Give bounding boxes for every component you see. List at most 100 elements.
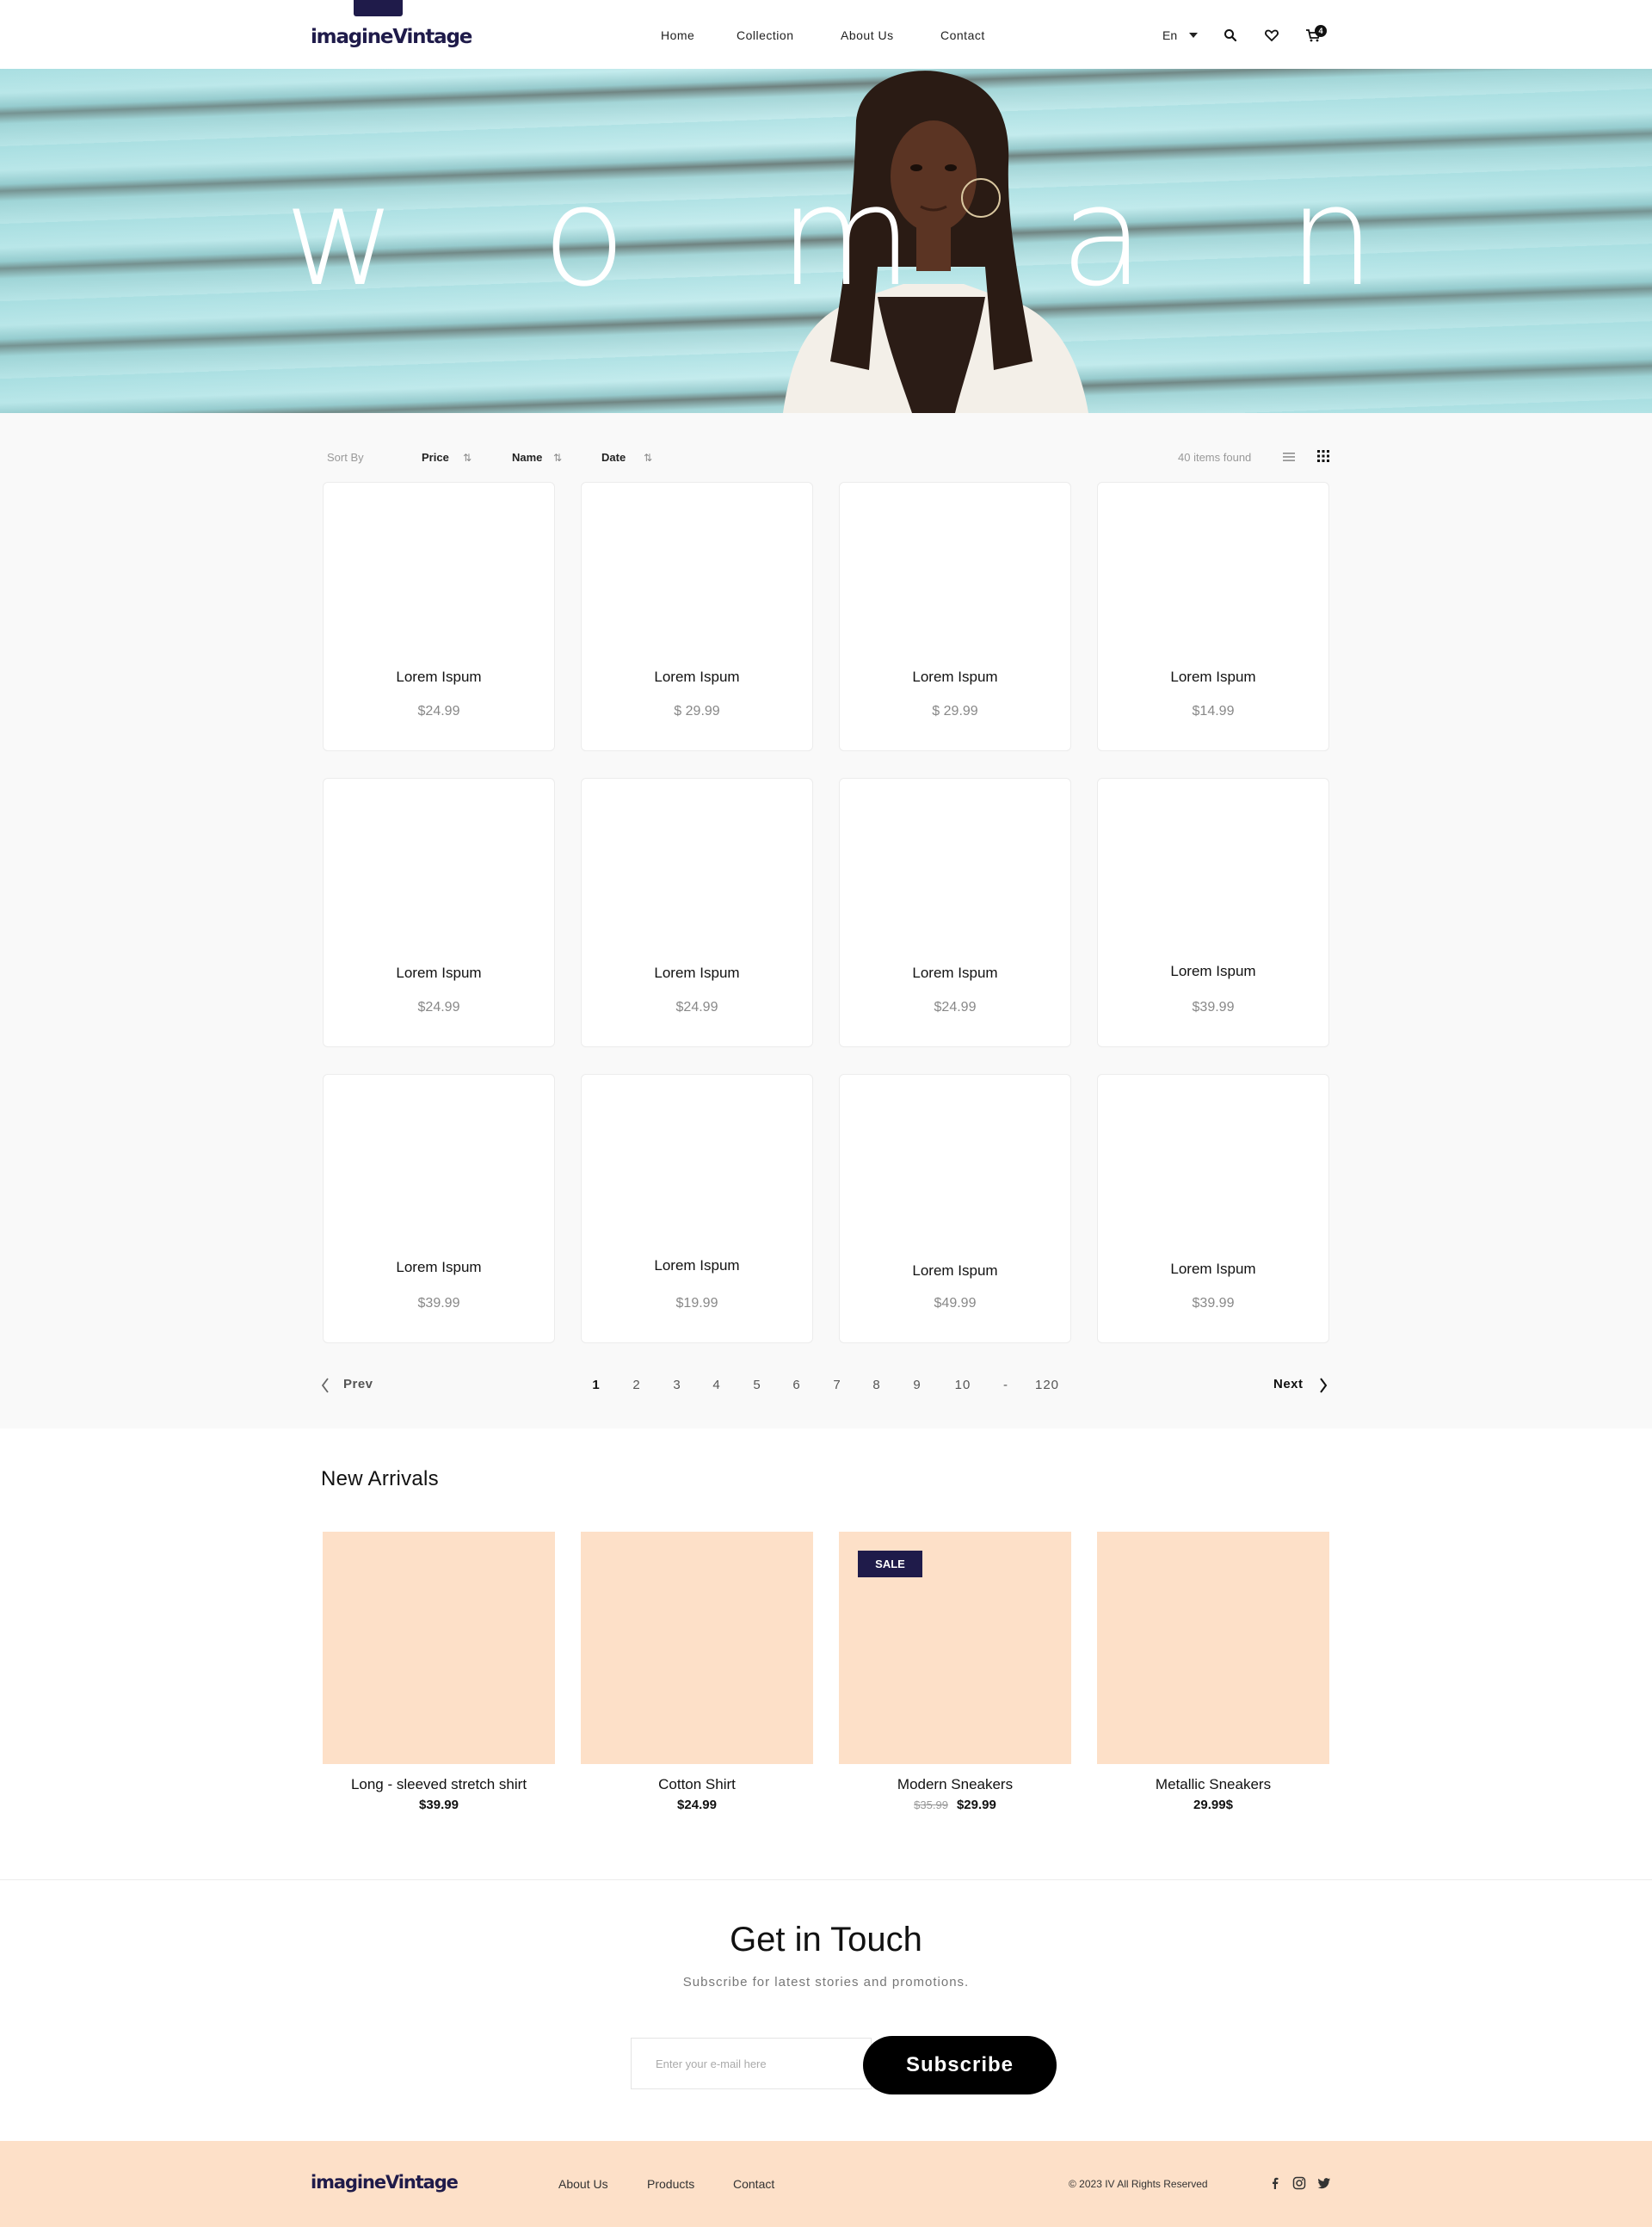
page-link[interactable]: 1: [583, 1378, 609, 1392]
footer-link-about[interactable]: About Us: [558, 2177, 608, 2191]
sort-arrows-icon[interactable]: ⇅: [644, 452, 652, 464]
product-name: Lorem Ispum: [1170, 1261, 1256, 1277]
nav-collection[interactable]: Collection: [737, 28, 793, 42]
product-listing-section: [0, 413, 1652, 1428]
chevron-left-icon[interactable]: [320, 1377, 330, 1394]
product-card[interactable]: Lorem Ispum $39.99: [1097, 1074, 1329, 1343]
product-price: $49.99: [934, 1296, 977, 1311]
footer-link-contact[interactable]: Contact: [733, 2177, 774, 2191]
search-icon[interactable]: [1223, 28, 1238, 43]
section-divider: [0, 1879, 1652, 1880]
product-price: $24.99: [417, 1000, 460, 1015]
arrival-name[interactable]: Cotton Shirt: [581, 1776, 813, 1793]
product-name: Lorem Ispum: [912, 965, 998, 981]
nav-about-us[interactable]: About Us: [841, 28, 894, 42]
next-page-button[interactable]: Next: [1273, 1377, 1304, 1391]
page-link[interactable]: 10: [950, 1378, 976, 1392]
nav-home[interactable]: Home: [661, 28, 694, 42]
subscribe-button[interactable]: Subscribe: [863, 2036, 1057, 2094]
page-link[interactable]: 8: [864, 1378, 890, 1392]
sort-price-button[interactable]: Price: [422, 451, 449, 464]
prev-page-button[interactable]: Prev: [343, 1377, 373, 1391]
cart-count-badge: 4: [1315, 25, 1327, 37]
product-name: Lorem Ispum: [396, 1259, 482, 1275]
product-name: Lorem Ispum: [1170, 669, 1256, 685]
product-card[interactable]: Lorem Ispum $24.99: [323, 778, 555, 1047]
sort-arrows-icon[interactable]: ⇅: [553, 452, 562, 464]
sale-badge: SALE: [858, 1551, 922, 1577]
product-name: Lorem Ispum: [396, 669, 482, 685]
list-view-icon[interactable]: [1282, 451, 1296, 463]
footer-logo[interactable]: imagineVintage: [311, 2172, 459, 2193]
product-card[interactable]: Lorem Ispum $24.99: [323, 482, 555, 751]
hero-letter: o: [542, 156, 626, 317]
sort-name-button[interactable]: Name: [512, 451, 542, 464]
nav-contact[interactable]: Contact: [940, 28, 985, 42]
page-link[interactable]: 120: [1032, 1378, 1062, 1392]
product-name: Lorem Ispum: [654, 669, 740, 685]
site-logo[interactable]: imagineVintage: [311, 26, 472, 48]
heart-icon[interactable]: [1264, 28, 1279, 43]
arrival-price: 29.99$: [1193, 1798, 1233, 1812]
page-link[interactable]: 5: [744, 1378, 770, 1392]
product-card[interactable]: Lorem Ispum $19.99: [581, 1074, 813, 1343]
page-link[interactable]: 7: [824, 1378, 850, 1392]
page-link[interactable]: 4: [704, 1378, 730, 1392]
facebook-icon[interactable]: [1268, 2176, 1282, 2190]
product-name: Lorem Ispum: [654, 965, 740, 981]
page-link[interactable]: 9: [904, 1378, 930, 1392]
arrival-price-group: $35.99 $29.99: [839, 1798, 1071, 1812]
product-card[interactable]: Lorem Ispum $24.99: [839, 778, 1071, 1047]
product-card[interactable]: Lorem Ispum $ 29.99: [581, 482, 813, 751]
product-price: $24.99: [675, 1000, 718, 1015]
instagram-icon[interactable]: [1292, 2176, 1306, 2190]
product-price: $39.99: [1192, 1296, 1235, 1311]
arrival-name[interactable]: Modern Sneakers: [839, 1776, 1071, 1793]
chevron-right-icon[interactable]: [1318, 1377, 1328, 1394]
hero-letter: a: [1060, 156, 1145, 317]
product-name: Lorem Ispum: [396, 965, 482, 981]
site-footer: [0, 2141, 1652, 2227]
product-card[interactable]: Lorem Ispum $39.99: [1097, 778, 1329, 1047]
product-card[interactable]: Lorem Ispum $14.99: [1097, 482, 1329, 751]
product-card[interactable]: Lorem Ispum $39.99: [323, 1074, 555, 1343]
new-arrivals-heading: New Arrivals: [321, 1467, 439, 1490]
page-link[interactable]: 2: [624, 1378, 650, 1392]
arrival-image[interactable]: [581, 1532, 813, 1764]
product-name: Lorem Ispum: [912, 669, 998, 685]
copyright-text: © 2023 IV All Rights Reserved: [1069, 2178, 1208, 2190]
newsletter-title: Get in Touch: [730, 1921, 922, 1959]
footer-link-products[interactable]: Products: [647, 2177, 694, 2191]
arrival-name[interactable]: Metallic Sneakers: [1097, 1776, 1329, 1793]
arrival-price: $39.99: [419, 1798, 459, 1812]
arrival-price: $29.99: [956, 1798, 996, 1812]
product-price: $39.99: [417, 1296, 460, 1311]
sort-date-button[interactable]: Date: [601, 451, 626, 464]
product-card[interactable]: Lorem Ispum $49.99: [839, 1074, 1071, 1343]
page-link[interactable]: 6: [784, 1378, 810, 1392]
product-card[interactable]: Lorem Ispum $ 29.99: [839, 482, 1071, 751]
logo-tab: [354, 0, 403, 16]
product-card[interactable]: Lorem Ispum $24.99: [581, 778, 813, 1047]
language-selector[interactable]: En: [1162, 28, 1177, 42]
twitter-icon[interactable]: [1317, 2176, 1331, 2190]
email-field[interactable]: [631, 2038, 872, 2089]
hero-letter: m: [779, 156, 913, 317]
page-link[interactable]: 3: [664, 1378, 690, 1392]
arrival-name[interactable]: Long - sleeved stretch shirt: [323, 1776, 555, 1793]
product-price: $ 29.99: [932, 704, 978, 719]
product-price: $24.99: [934, 1000, 977, 1015]
caret-down-icon[interactable]: [1189, 33, 1198, 38]
product-price: $24.99: [417, 704, 460, 719]
product-name: Lorem Ispum: [654, 1257, 740, 1274]
arrival-image[interactable]: [1097, 1532, 1329, 1764]
product-price: $39.99: [1192, 1000, 1235, 1015]
arrival-price: $24.99: [677, 1798, 717, 1812]
items-found-count: 40 items found: [1178, 451, 1252, 464]
arrival-image[interactable]: [323, 1532, 555, 1764]
product-price: $ 29.99: [674, 704, 720, 719]
hero-banner: w o m a n: [0, 69, 1652, 413]
sort-arrows-icon[interactable]: ⇅: [463, 452, 472, 464]
grid-view-icon[interactable]: [1317, 450, 1329, 462]
hero-letter: w: [284, 156, 397, 317]
